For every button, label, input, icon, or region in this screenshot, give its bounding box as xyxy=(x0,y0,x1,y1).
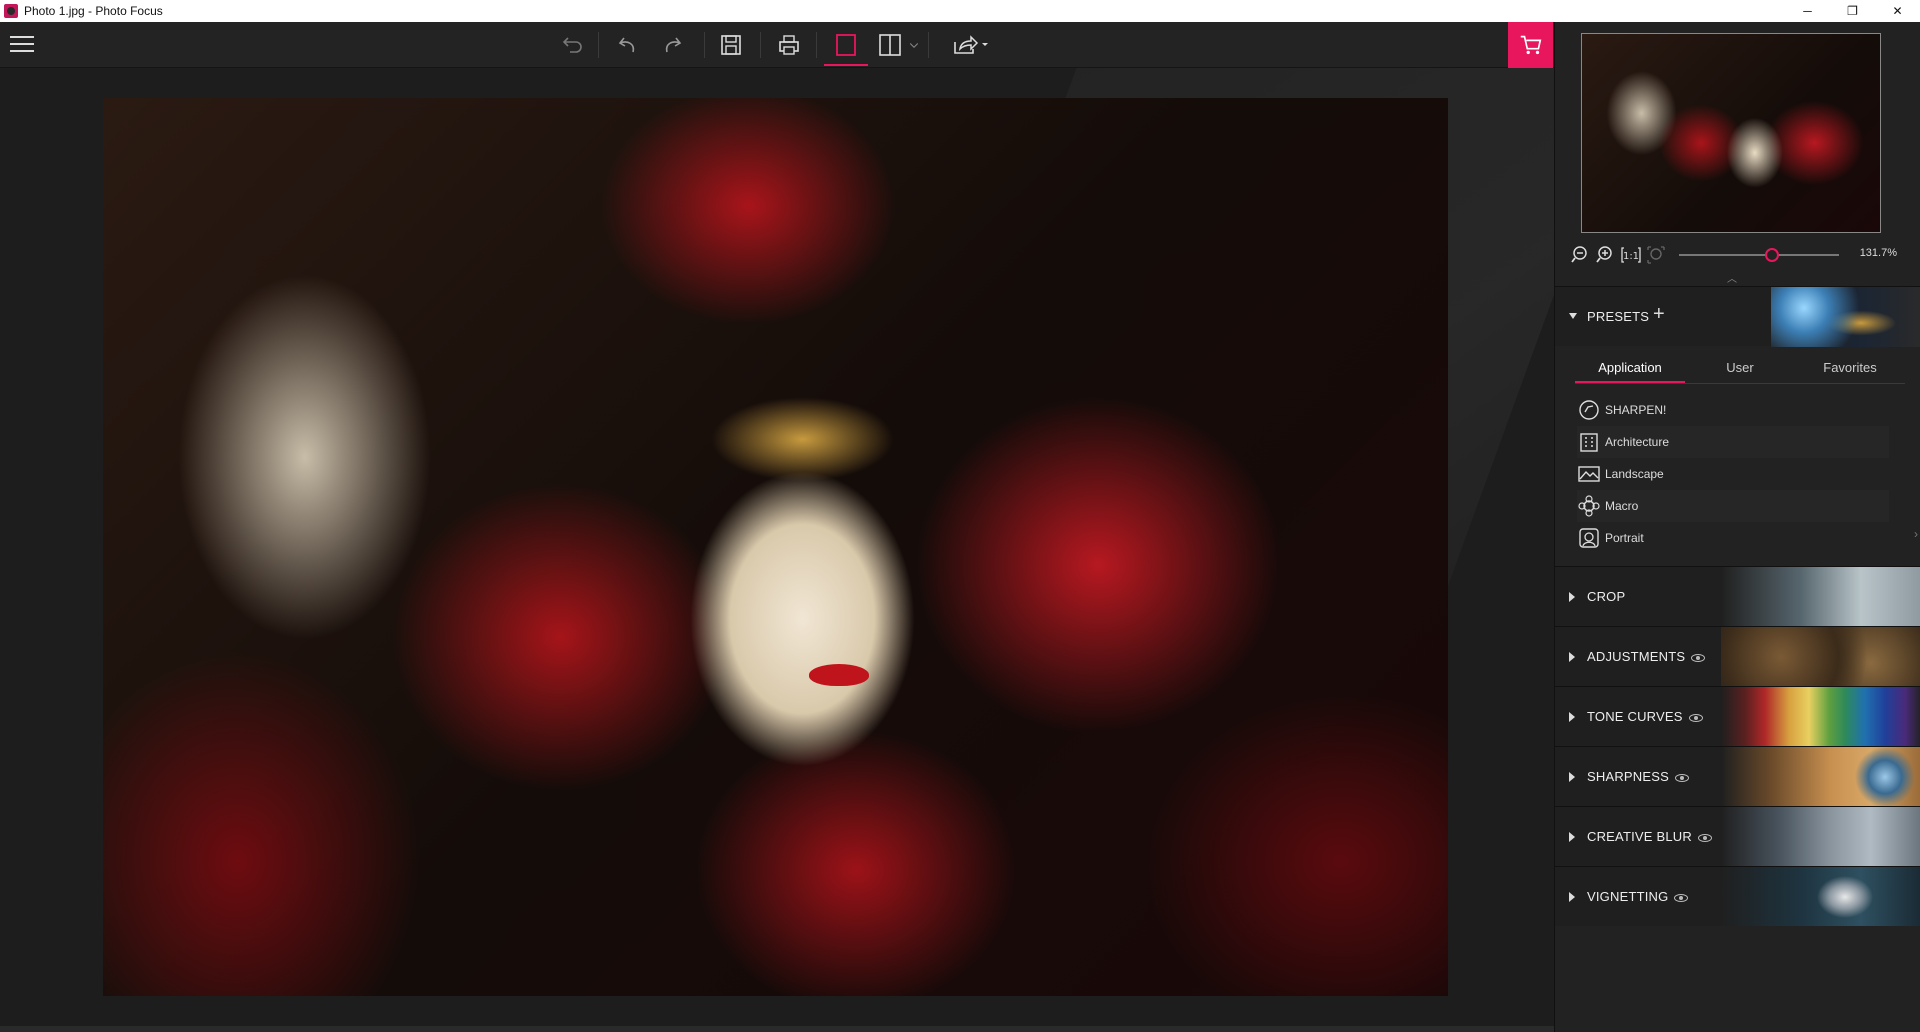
expand-triangle-icon xyxy=(1569,832,1575,842)
section-adjustments[interactable]: ADJUSTMENTS xyxy=(1555,626,1920,686)
preset-item-landscape[interactable]: Landscape xyxy=(1577,458,1889,490)
visibility-eye-icon[interactable] xyxy=(1688,713,1703,722)
navigator-preview[interactable] xyxy=(1581,33,1881,233)
hamburger-menu-icon[interactable] xyxy=(10,36,34,54)
preset-label: Landscape xyxy=(1605,467,1664,481)
app-logo-icon xyxy=(4,4,18,18)
section-label: SHARPNESS xyxy=(1587,769,1689,784)
single-view-icon[interactable] xyxy=(829,30,863,60)
adjustments-thumbnail xyxy=(1721,627,1920,686)
redo-icon[interactable] xyxy=(656,30,690,60)
section-label: TONE CURVES xyxy=(1587,709,1703,724)
fit-to-screen-icon[interactable] xyxy=(1646,245,1666,265)
preset-item-architecture[interactable]: Architecture xyxy=(1577,426,1889,458)
section-creative-blur[interactable]: CREATIVE BLUR xyxy=(1555,806,1920,866)
zoom-in-icon[interactable] xyxy=(1596,245,1616,265)
architecture-icon xyxy=(1580,433,1598,452)
preset-label: Macro xyxy=(1605,499,1639,513)
bottom-bar xyxy=(0,1026,1554,1032)
macro-icon xyxy=(1578,495,1600,517)
print-icon[interactable] xyxy=(772,30,806,60)
visibility-eye-icon[interactable] xyxy=(1697,833,1712,842)
section-label: CROP xyxy=(1587,589,1626,604)
sharpness-thumbnail xyxy=(1721,747,1920,806)
creative-blur-thumbnail xyxy=(1721,807,1920,866)
presets-thumbnail xyxy=(1771,287,1920,347)
image-canvas[interactable] xyxy=(0,68,1554,1026)
expand-triangle-icon xyxy=(1569,652,1575,662)
portrait-icon xyxy=(1579,528,1599,548)
save-icon[interactable] xyxy=(714,30,748,60)
expand-triangle-icon xyxy=(1569,892,1575,902)
section-crop[interactable]: CROP xyxy=(1555,566,1920,626)
visibility-eye-icon[interactable] xyxy=(1674,893,1689,902)
cart-icon[interactable] xyxy=(1508,22,1553,68)
title-bar: Photo 1.jpg - Photo Focus ─ ❐ ✕ xyxy=(0,0,1920,22)
visibility-eye-icon[interactable] xyxy=(1691,653,1706,662)
share-icon[interactable] xyxy=(946,30,996,60)
undo-icon[interactable] xyxy=(610,30,644,60)
tab-application[interactable]: Application xyxy=(1575,354,1685,383)
section-tone-curves[interactable]: TONE CURVES xyxy=(1555,686,1920,746)
minimize-button[interactable]: ─ xyxy=(1785,0,1830,22)
preset-list: SHARPEN! Architecture Landscape Macro Po… xyxy=(1577,394,1889,554)
undo-all-icon[interactable] xyxy=(556,30,590,60)
zoom-slider-track[interactable] xyxy=(1679,254,1839,256)
actual-size-icon[interactable]: 1:1 xyxy=(1621,245,1641,265)
section-vignetting[interactable]: VIGNETTING xyxy=(1555,866,1920,926)
expand-triangle-icon xyxy=(1569,772,1575,782)
sharpen-icon xyxy=(1579,400,1599,420)
tab-favorites[interactable]: Favorites xyxy=(1795,354,1905,383)
window-controls: ─ ❐ ✕ xyxy=(1785,0,1920,22)
add-preset-icon[interactable]: + xyxy=(1653,303,1665,326)
zoom-controls: 1:1 131.7% xyxy=(1571,244,1911,266)
presets-header[interactable]: PRESETS + xyxy=(1555,286,1920,347)
active-view-indicator xyxy=(824,64,868,66)
section-label: CREATIVE BLUR xyxy=(1587,829,1712,844)
zoom-out-icon[interactable] xyxy=(1571,245,1591,265)
section-label: ADJUSTMENTS xyxy=(1587,649,1706,664)
section-label: VIGNETTING xyxy=(1587,889,1689,904)
preset-item-macro[interactable]: Macro xyxy=(1577,490,1889,522)
svg-text:1:1: 1:1 xyxy=(1623,251,1639,262)
restore-button[interactable]: ❐ xyxy=(1830,0,1875,22)
main-toolbar xyxy=(0,22,1554,68)
panel-expand-chevron-icon[interactable]: › xyxy=(1914,527,1918,541)
presets-tabs: Application User Favorites xyxy=(1575,354,1905,384)
window-title: Photo 1.jpg - Photo Focus xyxy=(24,4,163,18)
view-dropdown-chevron-icon[interactable] xyxy=(906,30,922,60)
preset-label: Architecture xyxy=(1605,435,1670,449)
visibility-eye-icon[interactable] xyxy=(1675,773,1689,782)
expand-triangle-icon xyxy=(1569,313,1577,319)
right-panel: 1:1 131.7% ︿ PRESETS + Application User … xyxy=(1554,22,1920,1032)
preset-item-sharpen[interactable]: SHARPEN! xyxy=(1577,394,1889,426)
tab-user[interactable]: User xyxy=(1685,354,1795,383)
presets-title: PRESETS xyxy=(1587,309,1650,324)
zoom-value: 131.7% xyxy=(1859,247,1897,259)
zoom-slider-thumb[interactable] xyxy=(1764,248,1779,262)
preset-label: Portrait xyxy=(1605,531,1644,545)
crop-thumbnail xyxy=(1721,567,1920,626)
main-photo[interactable] xyxy=(103,98,1448,996)
split-view-icon[interactable] xyxy=(873,30,907,60)
preset-item-portrait[interactable]: Portrait xyxy=(1577,522,1889,554)
section-sharpness[interactable]: SHARPNESS xyxy=(1555,746,1920,806)
collapse-navigator-chevron-icon[interactable]: ︿ xyxy=(1727,270,1737,285)
vignetting-thumbnail xyxy=(1721,867,1920,926)
expand-triangle-icon xyxy=(1569,592,1575,602)
preset-label: SHARPEN! xyxy=(1605,403,1667,417)
close-button[interactable]: ✕ xyxy=(1875,0,1920,22)
tone-curves-thumbnail xyxy=(1721,687,1920,746)
landscape-icon xyxy=(1578,466,1600,482)
expand-triangle-icon xyxy=(1569,712,1575,722)
